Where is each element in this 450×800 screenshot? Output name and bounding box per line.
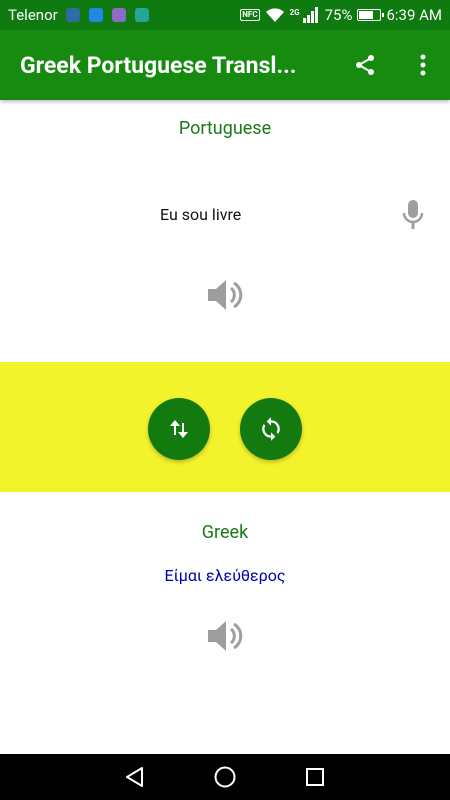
back-triangle-icon — [126, 767, 143, 787]
target-language-label[interactable]: Greek — [0, 522, 450, 543]
recents-button[interactable] — [300, 762, 330, 792]
system-nav-bar — [0, 754, 450, 800]
battery-percent: 75% — [324, 6, 353, 24]
swap-languages-button[interactable] — [148, 398, 210, 460]
notification-icon-message — [88, 8, 103, 22]
overflow-menu-button[interactable] — [408, 50, 438, 80]
home-button[interactable] — [210, 762, 240, 792]
notification-icon-gallery — [111, 8, 126, 22]
battery-fill — [359, 11, 374, 19]
speaker-icon — [208, 280, 243, 310]
controls-band — [0, 362, 450, 492]
share-button[interactable] — [350, 50, 380, 80]
wifi-icon — [265, 8, 284, 22]
signal-icon — [302, 7, 318, 23]
source-language-label[interactable]: Portuguese — [0, 118, 450, 139]
network-type-label: 2G — [289, 8, 300, 17]
more-vert-icon — [420, 54, 426, 76]
battery-icon — [357, 9, 385, 21]
target-speaker-button[interactable] — [205, 616, 245, 656]
source-text[interactable]: Eu sou livre — [160, 205, 241, 224]
nfc-icon: NFC — [240, 9, 260, 21]
share-icon — [356, 55, 374, 75]
mic-icon — [402, 200, 424, 229]
recents-square-icon — [306, 768, 324, 786]
clock: 6:39 AM — [386, 6, 442, 24]
mic-button[interactable] — [398, 198, 428, 232]
translated-text: Είμαι ελεύθερος — [164, 566, 286, 585]
notification-icon-download — [134, 8, 149, 22]
sync-icon — [262, 417, 280, 441]
notification-icon-app — [65, 8, 80, 22]
home-circle-icon — [214, 766, 236, 788]
app-bar: Greek Portuguese Transl... — [0, 30, 450, 100]
swap-vertical-icon — [170, 420, 188, 438]
status-bar: Telenor NFC 2G 75% 6:39 AM — [0, 0, 450, 30]
carrier-label: Telenor — [8, 6, 58, 24]
translate-refresh-button[interactable] — [240, 398, 302, 460]
back-button[interactable] — [120, 762, 150, 792]
app-title: Greek Portuguese Transl... — [20, 51, 297, 79]
speaker-icon — [208, 621, 243, 651]
source-speaker-button[interactable] — [205, 275, 245, 315]
